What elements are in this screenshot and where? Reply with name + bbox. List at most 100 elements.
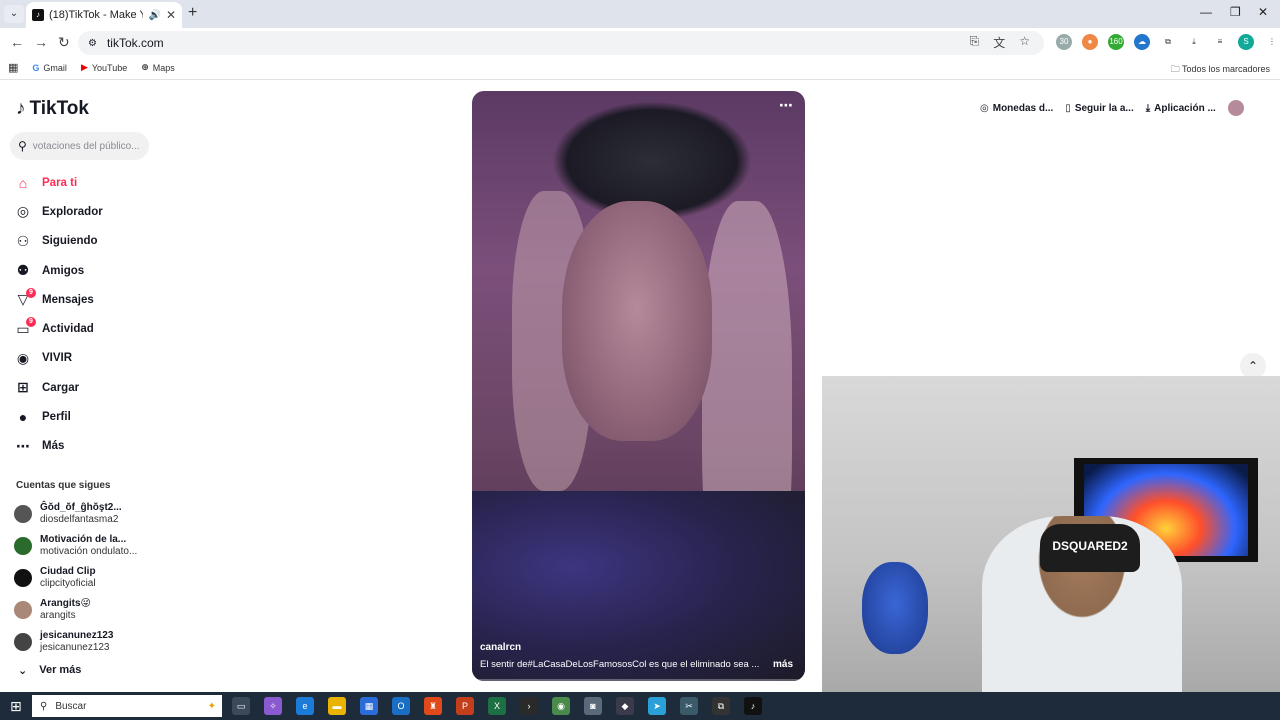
- nav-perfil[interactable]: ● Perfil: [14, 402, 154, 431]
- tab-search-icon[interactable]: ⌄: [4, 5, 24, 23]
- avatar: [14, 569, 32, 587]
- taskbar-apps: ▭ ✧ e ▬ ▦ O ♜ P X › ◉ ◙ ◆ ➤ ✂ ⧉ ♪: [232, 697, 762, 715]
- store-icon[interactable]: ▦: [360, 697, 378, 715]
- capcut-icon[interactable]: ✂: [680, 697, 698, 715]
- extension-icon[interactable]: 160: [1108, 34, 1124, 50]
- followed-account[interactable]: Ciudad Clip clipcityoficial: [14, 562, 137, 594]
- nav-vivir[interactable]: ◉ VIVIR: [14, 344, 154, 373]
- avatar: [14, 633, 32, 651]
- task-view-icon[interactable]: ▭: [232, 697, 250, 715]
- compass-icon: ◎: [16, 203, 30, 220]
- coins-button[interactable]: ◎ Monedas d...: [980, 103, 1053, 114]
- tiktok-logo[interactable]: ♪ TikTok: [16, 98, 89, 120]
- cloud-icon[interactable]: ☁: [1134, 34, 1150, 50]
- puzzle-icon[interactable]: ⧉: [1160, 34, 1176, 50]
- bookmark-gmail[interactable]: G Gmail: [32, 63, 67, 73]
- all-bookmarks[interactable]: 🗀 Todos los marcadores: [1171, 62, 1270, 78]
- coin-icon: ◎: [980, 102, 989, 114]
- avatar: [14, 537, 32, 555]
- browser-tab-strip: ⌄ ♪ (18)TikTok - Make Your Day 🔊 ✕ + — ❐…: [0, 0, 1280, 28]
- video-frame: [562, 201, 712, 441]
- forward-icon[interactable]: →: [34, 34, 48, 50]
- media-icon[interactable]: ≡: [1212, 34, 1228, 50]
- nav-para-ti[interactable]: ⌂ Para ti: [14, 168, 154, 197]
- follow-app-button[interactable]: ▯ Seguir la a...: [1065, 103, 1133, 114]
- davinci-icon[interactable]: ◆: [616, 697, 634, 715]
- activity-badge: 9: [26, 317, 36, 328]
- nav-amigos[interactable]: ⚉ Amigos: [14, 256, 154, 285]
- video-options-icon[interactable]: ⋯: [779, 97, 793, 114]
- camera-icon[interactable]: ◙: [584, 697, 602, 715]
- edge-icon[interactable]: e: [296, 697, 314, 715]
- followed-account[interactable]: Ĝŏd_ŏf_ĝhŏşt2... diosdelfantasma2: [14, 498, 137, 530]
- file-explorer-icon[interactable]: ▬: [328, 697, 346, 715]
- nav-mensajes[interactable]: ▽ 9 Mensajes: [14, 285, 154, 314]
- avatar: [14, 601, 32, 619]
- nav-actividad[interactable]: ▭ 9 Actividad: [14, 314, 154, 343]
- tab-title: (18)TikTok - Make Your Day: [49, 9, 144, 21]
- followed-account[interactable]: jesicanunez123 jesicanunez123: [14, 626, 137, 658]
- bookmark-youtube[interactable]: ▶ YouTube: [81, 62, 127, 73]
- webcam-frame: [862, 562, 928, 654]
- tiktok-favicon-icon: ♪: [32, 9, 44, 21]
- chevron-up-icon: ⌃: [1247, 359, 1259, 373]
- close-window-icon[interactable]: ✕: [1258, 5, 1268, 19]
- extension-icon[interactable]: ●: [1082, 34, 1098, 50]
- install-icon[interactable]: ⎘: [970, 34, 980, 51]
- extensions-area: 30 ● 160 ☁ ⧉ ⤓ ≡ S ⋮: [1056, 34, 1280, 50]
- video-player[interactable]: ⋯ canalrcn El sentir de#LaCasaDeLosFamos…: [472, 91, 805, 681]
- powerpoint-icon[interactable]: P: [456, 697, 474, 715]
- back-icon[interactable]: ←: [10, 34, 24, 50]
- nav-siguiendo[interactable]: ⚇ Siguiendo: [14, 227, 154, 256]
- nav-explorador[interactable]: ◎ Explorador: [14, 197, 154, 226]
- search-icon: ⚲: [18, 139, 27, 153]
- bookmark-maps[interactable]: ⊕ Maps: [141, 62, 175, 73]
- terminal-icon[interactable]: ›: [520, 697, 538, 715]
- followed-account[interactable]: Arangits😜 arangits: [14, 594, 137, 626]
- video-progress-bar[interactable]: [472, 679, 805, 681]
- nav-cargar[interactable]: ⊞ Cargar: [14, 373, 154, 402]
- download-icon[interactable]: ⤓: [1186, 34, 1202, 50]
- more-icon: ⋯: [16, 437, 30, 454]
- browser-toolbar: ← → ↻ ⚙ tikTok.com ⎘ 文 ☆ 30 ● 160 ☁ ⧉ ⤓ …: [0, 28, 1280, 56]
- address-bar[interactable]: ⚙ tikTok.com ⎘ 文 ☆: [78, 31, 1044, 55]
- video-author[interactable]: canalrcn: [480, 642, 521, 653]
- outlook-icon[interactable]: O: [392, 697, 410, 715]
- windows-start-icon[interactable]: ⊞: [10, 698, 22, 715]
- profile-avatar-icon[interactable]: S: [1238, 34, 1254, 50]
- reload-icon[interactable]: ↻: [58, 34, 70, 51]
- search-input[interactable]: ⚲ votaciones del público...: [10, 132, 149, 160]
- get-app-button[interactable]: ⤓ Aplicación ...: [1146, 103, 1216, 114]
- profile-icon: ●: [18, 409, 28, 426]
- video-progress-fill: [472, 679, 476, 681]
- bookmark-star-icon[interactable]: ☆: [1019, 34, 1030, 51]
- nav-mas[interactable]: ⋯ Más: [14, 432, 154, 461]
- tiktok-app-icon[interactable]: ♪: [744, 697, 762, 715]
- webcam-frame: DSQUARED2: [1040, 524, 1140, 572]
- close-tab-icon[interactable]: ✕: [166, 8, 176, 22]
- taskbar-search[interactable]: ⚲ Buscar ✦: [32, 695, 222, 717]
- app-icon[interactable]: ⧉: [712, 697, 730, 715]
- caption-more-button[interactable]: más: [773, 659, 793, 670]
- audio-icon[interactable]: 🔊: [148, 10, 160, 21]
- ver-mas-button[interactable]: ⌄ Ver más: [18, 664, 81, 677]
- telegram-icon[interactable]: ➤: [648, 697, 666, 715]
- chevron-down-icon: ⌄: [18, 665, 28, 677]
- messages-badge: 9: [26, 288, 36, 299]
- excel-icon[interactable]: X: [488, 697, 506, 715]
- menu-icon[interactable]: ⋮: [1264, 34, 1280, 50]
- phone-icon: ▯: [1065, 102, 1071, 114]
- site-info-icon[interactable]: ⚙: [88, 38, 97, 49]
- extension-icon[interactable]: 30: [1056, 34, 1072, 50]
- new-tab-icon[interactable]: +: [188, 4, 197, 22]
- minimize-icon[interactable]: —: [1200, 5, 1212, 19]
- apps-icon[interactable]: ▦: [8, 61, 18, 74]
- followed-account[interactable]: Motivación de la... motivación ondulato..…: [14, 530, 137, 562]
- translate-icon[interactable]: 文: [993, 34, 1005, 51]
- brave-icon[interactable]: ♜: [424, 697, 442, 715]
- browser-tab[interactable]: ♪ (18)TikTok - Make Your Day 🔊 ✕: [26, 2, 182, 28]
- user-avatar[interactable]: [1227, 100, 1244, 116]
- chrome-icon[interactable]: ◉: [552, 697, 570, 715]
- copilot-icon[interactable]: ✧: [264, 697, 282, 715]
- restore-icon[interactable]: ❐: [1230, 5, 1241, 19]
